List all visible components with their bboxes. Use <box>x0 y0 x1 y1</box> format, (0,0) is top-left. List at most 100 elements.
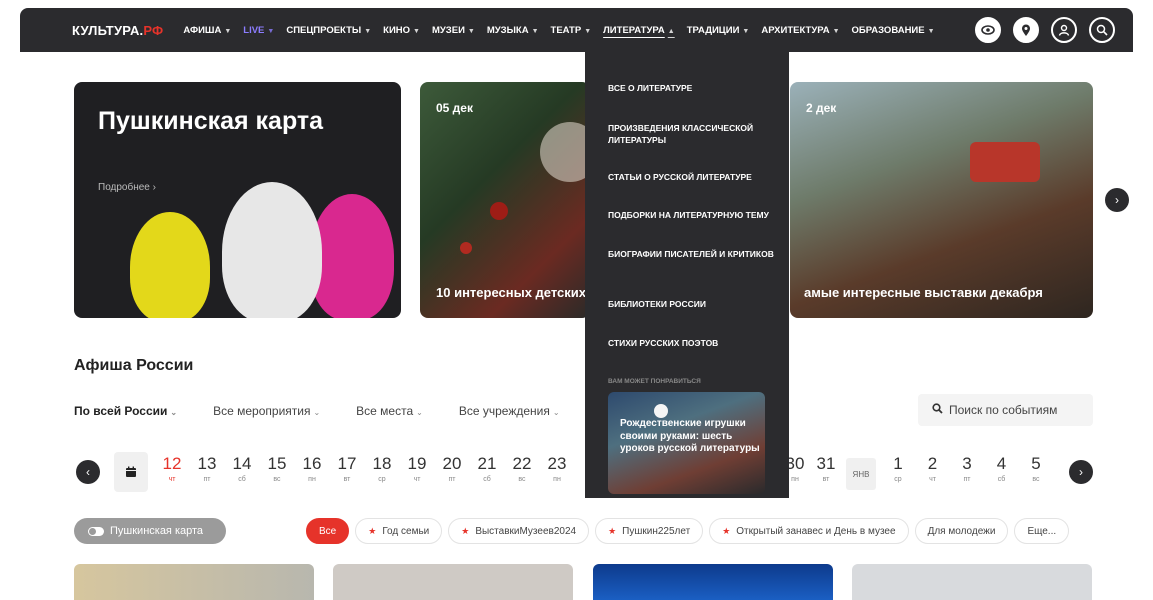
user-icon[interactable] <box>1051 17 1077 43</box>
day-number: 31 <box>816 454 836 473</box>
nav-item-9[interactable]: АРХИТЕКТУРА ▼ <box>761 25 839 36</box>
month-label: ЯНВ <box>846 458 876 490</box>
calendar-picker-button[interactable] <box>114 452 148 492</box>
slide-caption: 10 интересных детских <box>436 285 587 300</box>
dropdown-item-5[interactable]: БИБЛИОТЕКИ РОССИИ <box>608 298 778 310</box>
nav-item-label: АФИША <box>183 24 222 36</box>
calendar-day[interactable]: 12 чт <box>157 454 187 483</box>
calendar-day[interactable]: 21 сб <box>472 454 502 483</box>
promo-more-link[interactable]: Подробнее › <box>98 182 156 193</box>
promo-slide-pushkin-card[interactable]: Пушкинская карта Подробнее › <box>74 82 401 318</box>
site-logo[interactable]: КУЛЬТУРА.РФ <box>72 23 163 38</box>
nav-item-10[interactable]: ОБРАЗОВАНИЕ ▼ <box>852 25 935 36</box>
calendar-day[interactable]: 23 пн <box>542 454 572 483</box>
nav-item-1[interactable]: LIVE ▼ <box>243 25 274 36</box>
tag-label: Для молодежи <box>927 525 996 537</box>
search-icon[interactable] <box>1089 17 1115 43</box>
calendar-day[interactable]: 5 вс <box>1021 454 1051 483</box>
nav-item-4[interactable]: МУЗЕИ ▼ <box>432 25 475 36</box>
slider-next-button[interactable]: › <box>1105 188 1129 212</box>
calendar-day[interactable]: 13 пт <box>192 454 222 483</box>
filter-select-3[interactable]: Все учреждения ⌄ <box>459 404 560 418</box>
tag-filter-3[interactable]: ★ Пушкин225лет <box>595 518 704 544</box>
nav-item-label: ОБРАЗОВАНИЕ <box>851 24 925 36</box>
location-icon[interactable] <box>1013 17 1039 43</box>
filter-select-1[interactable]: Все мероприятия ⌄ <box>213 404 320 418</box>
calendar-day[interactable]: 22 вс <box>507 454 537 483</box>
dropdown-item-4[interactable]: БИОГРАФИИ ПИСАТЕЛЕЙ И КРИТИКОВ <box>608 248 778 260</box>
dropdown-item-1[interactable]: ПРОИЗВЕДЕНИЯ КЛАССИЧЕСКОЙ ЛИТЕРАТУРЫ <box>608 122 778 146</box>
tag-filter-6[interactable]: Еще... <box>1014 518 1070 544</box>
painting-detail-image <box>970 142 1040 182</box>
calendar-day[interactable]: 14 сб <box>227 454 257 483</box>
event-card[interactable] <box>852 564 1092 600</box>
day-number: 21 <box>477 454 497 473</box>
calendar-day[interactable]: 18 ср <box>367 454 397 483</box>
calendar-day[interactable]: 19 чт <box>402 454 432 483</box>
day-weekday: сб <box>483 476 491 483</box>
calendar-next-button[interactable]: › <box>1069 460 1093 484</box>
event-card[interactable] <box>593 564 833 600</box>
day-number: 19 <box>407 454 427 473</box>
calendar-day[interactable]: 2 чт <box>918 454 948 483</box>
dropdown-item-2[interactable]: СТАТЬИ О РУССКОЙ ЛИТЕРАТУРЕ <box>608 171 778 183</box>
day-weekday: вс <box>518 476 526 483</box>
nav-item-label: ТРАДИЦИИ <box>686 24 740 36</box>
slide-exhibitions[interactable]: 2 дек амые интересные выставки декабря <box>790 82 1093 318</box>
day-weekday: вт <box>343 476 351 483</box>
day-weekday: пт <box>203 476 211 483</box>
slide-date: 2 дек <box>806 101 837 115</box>
ornament-image <box>460 242 472 254</box>
day-weekday: пн <box>553 476 561 483</box>
nav-item-3[interactable]: КИНО ▼ <box>383 25 420 36</box>
nav-item-7[interactable]: ЛИТЕРАТУРА ▲ <box>603 25 675 36</box>
event-card[interactable] <box>333 564 573 600</box>
filter-select-2[interactable]: Все места ⌄ <box>356 404 423 418</box>
tag-filter-4[interactable]: ★ Открытый занавес и День в музее <box>709 518 909 544</box>
day-number: 13 <box>197 454 217 473</box>
section-title: Афиша России <box>74 357 194 374</box>
day-weekday: сб <box>238 476 246 483</box>
nav-item-label: КИНО <box>383 24 411 36</box>
tag-filter-0[interactable]: Все <box>306 518 350 544</box>
nav-item-5[interactable]: МУЗЫКА ▼ <box>487 25 539 36</box>
nav-item-2[interactable]: СПЕЦПРОЕКТЫ ▼ <box>286 25 371 36</box>
calendar-day[interactable]: 31 вт <box>811 454 841 483</box>
event-search-input[interactable]: Поиск по событиям <box>918 394 1093 426</box>
calendar-day[interactable]: 1 ср <box>883 454 913 483</box>
logo-rf: РФ <box>143 22 164 38</box>
calendar-day[interactable]: 3 пт <box>952 454 982 483</box>
top-navbar: КУЛЬТУРА.РФ АФИША ▼ LIVE ▼ СПЕЦПРОЕКТЫ ▼ КИНО ▼… <box>20 8 1133 52</box>
pink-bust-image <box>310 194 394 318</box>
eye-icon[interactable] <box>975 17 1001 43</box>
dropdown-item-6[interactable]: СТИХИ РУССКИХ ПОЭТОВ <box>608 337 778 349</box>
tag-filter-2[interactable]: ★ ВыставкиМузеев2024 <box>448 518 590 544</box>
event-card[interactable] <box>74 564 314 600</box>
slide-christmas[interactable]: 05 дек 10 интересных детских <box>420 82 590 318</box>
nav-item-0[interactable]: АФИША ▼ <box>183 25 231 36</box>
filter-label: По всей России <box>74 404 168 418</box>
calendar-day[interactable]: 20 пт <box>437 454 467 483</box>
calendar-day[interactable]: 17 вт <box>332 454 362 483</box>
day-number: 23 <box>547 454 567 473</box>
star-icon: ★ <box>368 525 377 536</box>
dropdown-item-3[interactable]: ПОДБОРКИ НА ЛИТЕРАТУРНУЮ ТЕМУ <box>608 209 778 221</box>
chevron-up-icon: ▲ <box>667 27 675 35</box>
browser-viewport: КУЛЬТУРА.РФ АФИША ▼ LIVE ▼ СПЕЦПРОЕКТЫ ▼ КИНО ▼… <box>20 8 1133 600</box>
filter-select-0[interactable]: По всей России ⌄ <box>74 404 177 418</box>
calendar-day[interactable]: 4 сб <box>987 454 1017 483</box>
pushkin-card-toggle[interactable]: Пушкинская карта <box>74 518 226 544</box>
day-weekday: вс <box>1032 476 1040 483</box>
day-weekday: ср <box>378 476 386 483</box>
nav-item-8[interactable]: ТРАДИЦИИ ▼ <box>687 25 750 36</box>
day-number: 17 <box>337 454 357 473</box>
recommended-card[interactable]: Рождественские игрушки своими руками: ше… <box>608 392 765 494</box>
calendar-prev-button[interactable]: ‹ <box>76 460 100 484</box>
tag-label: ВыставкиМузеев2024 <box>475 525 577 537</box>
nav-item-6[interactable]: ТЕАТР ▼ <box>551 25 592 36</box>
tag-filter-5[interactable]: Для молодежи <box>914 518 1009 544</box>
tag-filter-1[interactable]: ★ Год семьи <box>355 518 443 544</box>
calendar-day[interactable]: 16 пн <box>297 454 327 483</box>
dropdown-item-0[interactable]: ВСЕ О ЛИТЕРАТУРЕ <box>608 82 778 94</box>
calendar-day[interactable]: 15 вс <box>262 454 292 483</box>
